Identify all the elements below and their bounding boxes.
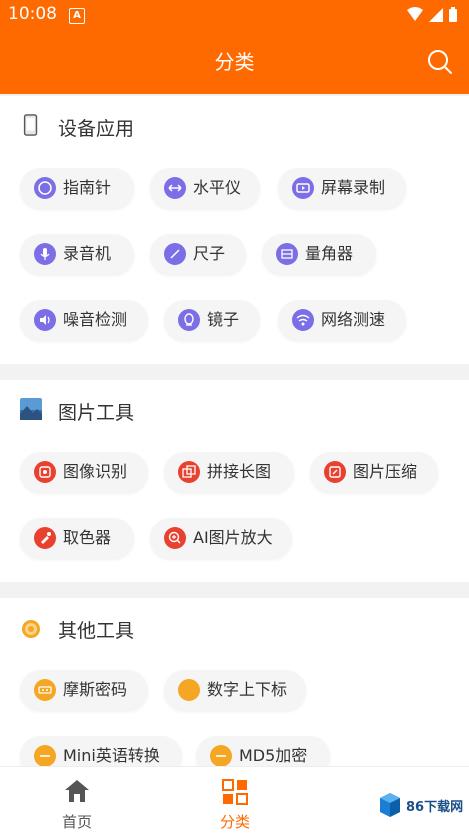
nav-home[interactable]: 首页 (17, 767, 137, 837)
chip-label: 拼接长图 (207, 462, 272, 481)
tool-mirror[interactable]: 镜子 (164, 300, 260, 340)
chip-label: 摩斯密码 (63, 680, 128, 699)
tool-recorder[interactable]: 录音机 (20, 234, 134, 274)
gear-icon (22, 620, 40, 638)
camera-icon (34, 461, 56, 483)
tool-color-picker[interactable]: 取色器 (20, 518, 134, 558)
watermark-logo: 86下载网 (376, 790, 464, 824)
category-icon (222, 779, 248, 805)
tool-level[interactable]: 水平仪 (150, 168, 260, 208)
level-icon (164, 177, 186, 199)
tool-image-compress[interactable]: 图片压缩 (310, 452, 438, 492)
phone-icon (23, 114, 38, 136)
chip-label: 数字上下标 (207, 680, 288, 699)
chip-label: 水平仪 (193, 178, 242, 197)
nav-label: 首页 (61, 813, 92, 831)
tool-noise[interactable]: 噪音检测 (20, 300, 148, 340)
nav-label: 分类 (219, 813, 250, 831)
status-icons (407, 7, 457, 22)
mirror-icon (178, 309, 200, 331)
tool-ruler[interactable]: 尺子 (150, 234, 246, 274)
tool-protractor[interactable]: 量角器 (262, 234, 376, 274)
section-image-tools: 图片工具 图像识别 拼接长图 图片压缩 取色器 AI图片放大 (0, 380, 469, 582)
search-icon[interactable] (427, 49, 453, 75)
tool-compass[interactable]: 指南针 (20, 168, 134, 208)
page-title: 分类 (214, 50, 255, 74)
section-title: 图片工具 (58, 402, 135, 424)
watermark-text: 86下载网 (406, 800, 464, 815)
compass-icon (34, 177, 56, 199)
tool-speedtest[interactable]: 网络测速 (278, 300, 406, 340)
stitch-icon (178, 461, 200, 483)
protractor-icon (276, 243, 298, 265)
ruler-icon (164, 243, 186, 265)
app-header: 分类 (0, 30, 469, 94)
nav-category[interactable]: 分类 (175, 767, 295, 837)
chip-label: 噪音检测 (63, 310, 128, 329)
compress-icon (324, 461, 346, 483)
translate-icon (34, 745, 56, 767)
chip-label: 取色器 (63, 528, 112, 547)
section-other-tools: 其他工具 摩斯密码 数字上下标 Mini英语转换 MD5加密 (0, 598, 469, 776)
chip-label: 指南针 (63, 178, 112, 197)
chip-label: 录音机 (63, 244, 112, 263)
chip-label: 图像识别 (63, 462, 128, 481)
superscript-icon (178, 679, 200, 701)
section-title: 其他工具 (58, 620, 135, 642)
tool-superscript[interactable]: 数字上下标 (164, 670, 306, 710)
image-icon (20, 398, 42, 420)
chip-label: AI图片放大 (193, 528, 273, 547)
section-title: 设备应用 (58, 118, 135, 140)
chip-label: 屏幕录制 (321, 178, 386, 197)
encrypt-icon (210, 745, 232, 767)
color-picker-icon (34, 527, 56, 549)
tool-stitch-image[interactable]: 拼接长图 (164, 452, 294, 492)
zoom-in-icon (164, 527, 186, 549)
home-icon (65, 780, 89, 802)
screen-record-icon (292, 177, 314, 199)
morse-icon (34, 679, 56, 701)
tool-morse[interactable]: 摩斯密码 (20, 670, 148, 710)
section-device-apps: 设备应用 指南针 水平仪 屏幕录制 录音机 尺子 量角器 噪音检测 镜子 网络测… (0, 96, 469, 364)
chip-label: 网络测速 (321, 310, 386, 329)
chip-label: 图片压缩 (353, 462, 418, 481)
tool-screen-record[interactable]: 屏幕录制 (278, 168, 406, 208)
status-bar: 10:08 A (0, 0, 469, 30)
wifi-icon (292, 309, 314, 331)
tool-image-recognition[interactable]: 图像识别 (20, 452, 148, 492)
chip-label: 量角器 (305, 244, 354, 263)
chip-label: 镜子 (207, 310, 240, 329)
status-time: 10:08 (8, 4, 57, 24)
tool-ai-upscale[interactable]: AI图片放大 (150, 518, 292, 558)
speaker-icon (34, 309, 56, 331)
notification-icon: A (69, 8, 85, 24)
chip-label: 尺子 (193, 244, 226, 263)
microphone-icon (34, 243, 56, 265)
